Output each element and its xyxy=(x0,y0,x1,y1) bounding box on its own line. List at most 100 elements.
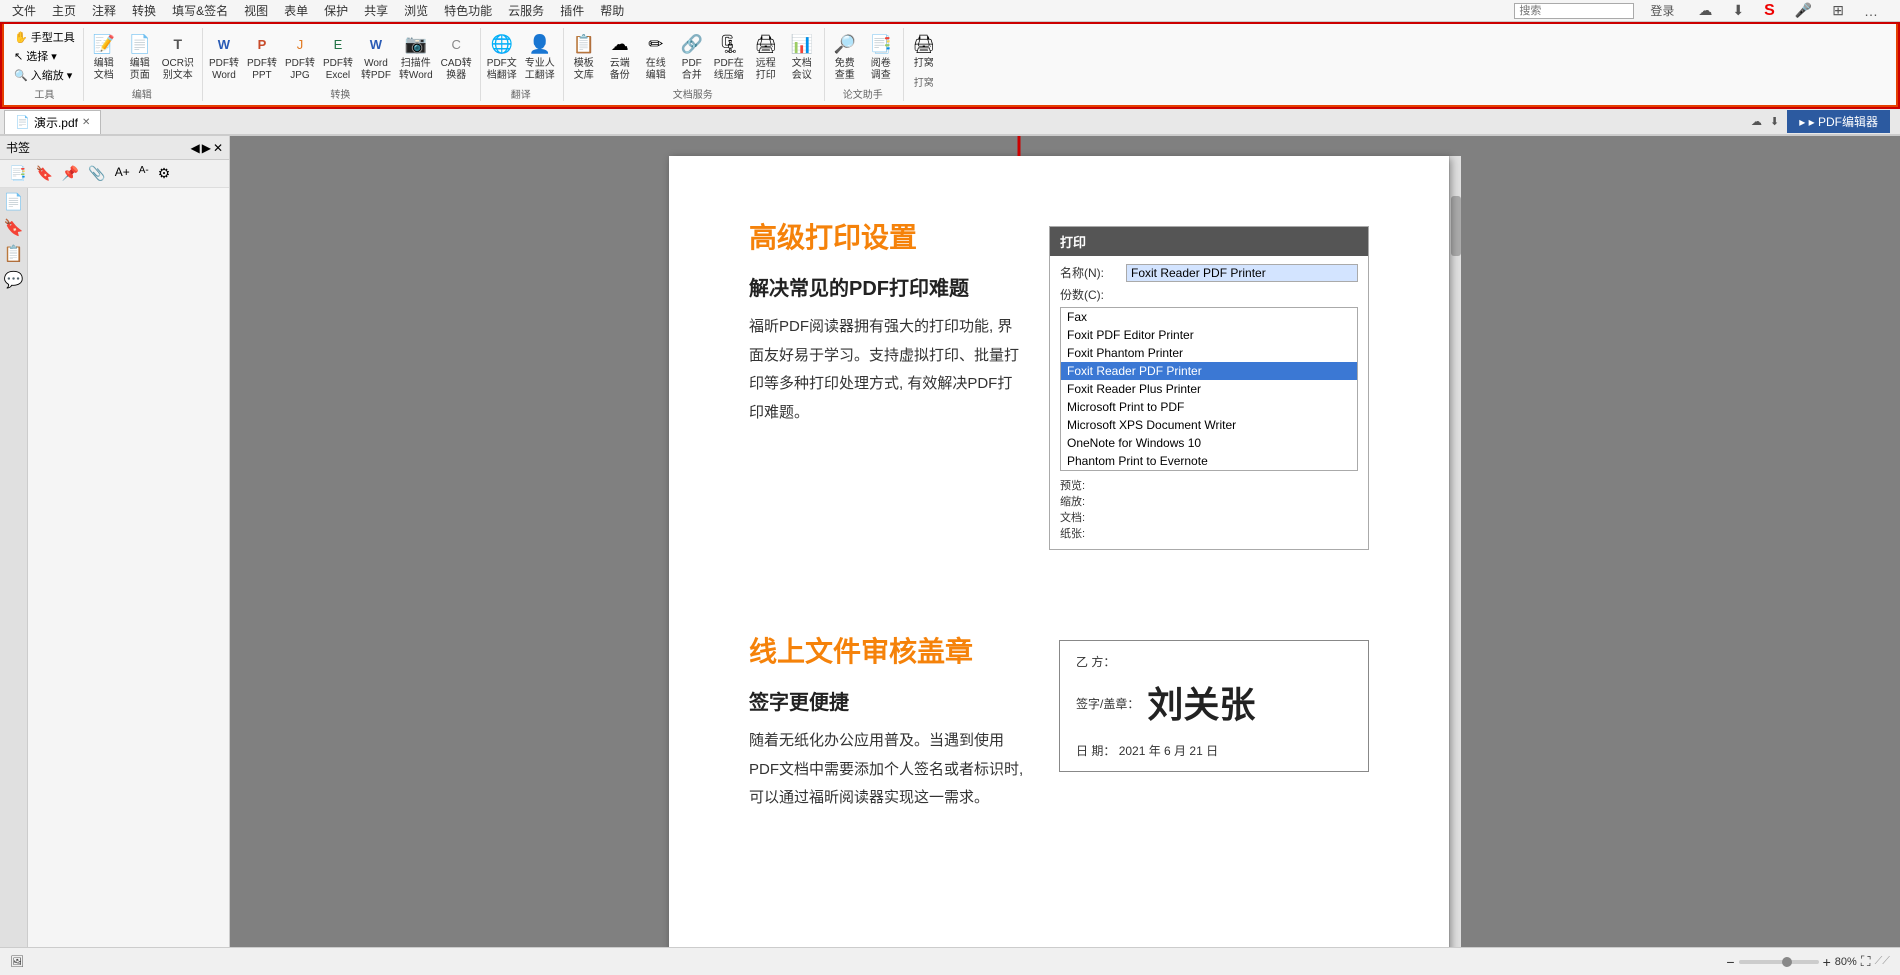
pdf-ppt-label: PDF转PPT xyxy=(247,58,277,82)
sig-date-row: 日 期： 2021 年 6 月 21 日 xyxy=(1076,742,1352,759)
add-child-icon[interactable]: 📌 xyxy=(59,164,82,183)
menu-item-help[interactable]: 帮助 xyxy=(592,0,632,21)
menu-item-form[interactable]: 表单 xyxy=(276,0,316,21)
pdf-to-ppt-btn[interactable]: P PDF转PPT xyxy=(243,28,281,84)
print-list-ms-xps[interactable]: Microsoft XPS Document Writer xyxy=(1061,416,1357,434)
doc-meeting-label: 文档会议 xyxy=(792,58,812,82)
sidebar-title: 书签 xyxy=(6,139,30,156)
zoom-slider[interactable] xyxy=(1739,960,1819,964)
menu-item-file[interactable]: 文件 xyxy=(4,0,44,21)
menu-item-convert[interactable]: 转换 xyxy=(124,0,164,21)
sidebar-nav-next[interactable]: ▶ xyxy=(202,141,211,155)
zoom-btn[interactable]: 🔍 入缩放 ▾ xyxy=(10,66,79,84)
ocr-label: OCR识别文本 xyxy=(162,58,194,82)
pdf-compress-icon: 🗜 xyxy=(715,30,743,58)
search-input[interactable] xyxy=(1514,3,1634,19)
print-printer-list[interactable]: Fax Foxit PDF Editor Printer Foxit Phant… xyxy=(1060,307,1358,471)
sidebar-close[interactable]: ✕ xyxy=(213,141,223,155)
print-list-fax[interactable]: Fax xyxy=(1061,308,1357,326)
menu-item-fill[interactable]: 填写&签名 xyxy=(164,0,236,21)
pdf-editor-btn[interactable]: ▸ ▸ PDF编辑器 xyxy=(1787,110,1890,133)
font-increase-icon[interactable]: A+ xyxy=(112,164,133,183)
zoom-plus-btn[interactable]: + xyxy=(1823,954,1831,970)
hand-tool-btn[interactable]: ✋ 手型工具 xyxy=(10,28,79,46)
add-bookmark-icon[interactable]: 🔖 xyxy=(32,164,55,183)
pdf-to-word-btn[interactable]: W PDF转Word xyxy=(205,28,243,84)
right-scrollbar[interactable] xyxy=(1449,156,1461,953)
menu-item-special[interactable]: 特色功能 xyxy=(436,0,500,21)
pdf-translate-btn[interactable]: 🌐 PDF文档翻译 xyxy=(483,28,521,84)
font-decrease-icon[interactable]: A- xyxy=(136,164,152,183)
hand-tool-label: 手型工具 xyxy=(31,29,75,45)
print-group-label: 打窝 xyxy=(914,74,934,89)
word-to-pdf-btn[interactable]: W Word转PDF xyxy=(357,28,395,84)
cloud-backup-icon: ☁ xyxy=(606,30,634,58)
edit-doc-btn[interactable]: 📝 编辑文档 xyxy=(86,28,122,84)
mark-survey-btn[interactable]: 📑 阅卷调查 xyxy=(863,28,899,84)
tools-group-label: 工具 xyxy=(34,86,54,101)
online-edit-btn[interactable]: ✏ 在线编辑 xyxy=(638,28,674,84)
comments-icon[interactable]: 💬 xyxy=(2,270,25,290)
menu-item-protect[interactable]: 保护 xyxy=(316,0,356,21)
menu-item-plugin[interactable]: 插件 xyxy=(552,0,592,21)
expand-icon[interactable]: ⛶ xyxy=(1861,953,1871,970)
menu-item-view[interactable]: 视图 xyxy=(236,0,276,21)
menu-item-home[interactable]: 主页 xyxy=(44,0,84,21)
word-pdf-label: Word转PDF xyxy=(361,58,391,82)
remote-print-btn[interactable]: 🖨 远程打印 xyxy=(748,28,784,84)
cloud-backup-btn[interactable]: ☁ 云端备份 xyxy=(602,28,638,84)
ocr-btn[interactable]: T OCR识别文本 xyxy=(158,28,198,84)
scan-to-word-btn[interactable]: 📷 扫描件转Word xyxy=(395,28,437,84)
page-thumbnail-icon[interactable]: 📄 xyxy=(2,192,25,212)
select-btn[interactable]: ↖ 选择 ▾ xyxy=(10,47,79,65)
pdf-word-icon: W xyxy=(210,30,238,58)
print-name-label: 名称(N): xyxy=(1060,264,1120,282)
menu-item-browse[interactable]: 浏览 xyxy=(396,0,436,21)
content-area[interactable]: 高级打印设置 解决常见的PDF打印难题 福昕PDF阅读器拥有强大的打印功能, 界… xyxy=(230,136,1900,973)
scrollbar-thumb[interactable] xyxy=(1451,196,1461,256)
red-arrow xyxy=(979,136,1059,166)
sig-date-value: 2021 年 6 月 21 日 xyxy=(1119,744,1218,758)
section-signature: 线上文件审核盖章 签字更便捷 随着无纸化办公应用普及。当遇到使用PDF文档中需要… xyxy=(749,630,1369,843)
print-name-input[interactable] xyxy=(1126,264,1358,282)
doc-label: 文档: xyxy=(1060,509,1085,525)
cad-convert-btn[interactable]: C CAD转换器 xyxy=(437,28,476,84)
settings-icon[interactable]: ⚙ xyxy=(155,164,174,183)
pdf-merge-btn[interactable]: 🔗 PDF合并 xyxy=(674,28,710,84)
tab-close-btn[interactable]: ✕ xyxy=(82,117,90,128)
menu-item-cloud[interactable]: 云服务 xyxy=(500,0,552,21)
print-list-phantom-evernote[interactable]: Phantom Print to Evernote xyxy=(1061,452,1357,470)
print-list-foxit-phantom[interactable]: Foxit Phantom Printer xyxy=(1061,344,1357,362)
bookmark-icon[interactable]: 📑 xyxy=(6,164,29,183)
layers-icon[interactable]: 📋 xyxy=(2,244,25,264)
pdf-to-excel-btn[interactable]: E PDF转Excel xyxy=(319,28,357,84)
print-list-foxit-editor[interactable]: Foxit PDF Editor Printer xyxy=(1061,326,1357,344)
cloud-backup-label: 云端备份 xyxy=(610,58,630,82)
print-extra-labels: 预览: 缩放: 文档: 纸张: xyxy=(1060,477,1358,541)
pdf-excel-label: PDF转Excel xyxy=(323,58,353,82)
bookmark-panel-icon[interactable]: 🔖 xyxy=(2,218,25,238)
template-library-btn[interactable]: 📋 模板文库 xyxy=(566,28,602,84)
doc-meeting-btn[interactable]: 📊 文档会议 xyxy=(784,28,820,84)
pdf-tab[interactable]: 📄 演示.pdf ✕ xyxy=(4,110,101,134)
remote-print-icon: 🖨 xyxy=(752,30,780,58)
pdf-compress-btn[interactable]: 🗜 PDF在线压缩 xyxy=(710,28,748,84)
menu-item-share[interactable]: 共享 xyxy=(356,0,396,21)
pdf-to-jpg-btn[interactable]: J PDF转JPG xyxy=(281,28,319,84)
sidebar-toolbar: 📑 🔖 📌 📎 A+ A- ⚙ xyxy=(0,160,229,188)
print-list-foxit-plus[interactable]: Foxit Reader Plus Printer xyxy=(1061,380,1357,398)
sidebar-header: 书签 ◀ ▶ ✕ xyxy=(0,136,229,160)
sidebar-nav-prev[interactable]: ◀ xyxy=(190,141,199,155)
manual-translate-btn[interactable]: 👤 专业人工翻译 xyxy=(521,28,559,84)
menu-item-comment[interactable]: 注释 xyxy=(84,0,124,21)
login-label[interactable]: 登录 xyxy=(1642,0,1682,21)
print-list-onenote[interactable]: OneNote for Windows 10 xyxy=(1061,434,1357,452)
print-btn[interactable]: 🖨 打窝 xyxy=(906,28,942,72)
edit-page-btn[interactable]: 📄 编辑页面 xyxy=(122,28,158,84)
pdf-compress-label: PDF在线压缩 xyxy=(714,58,744,82)
print-list-ms-pdf[interactable]: Microsoft Print to PDF xyxy=(1061,398,1357,416)
delete-icon[interactable]: 📎 xyxy=(85,164,108,183)
print-list-foxit-reader[interactable]: Foxit Reader PDF Printer xyxy=(1061,362,1357,380)
zoom-minus-btn[interactable]: − xyxy=(1726,954,1734,970)
check-dup-btn[interactable]: 🔎 免费查重 xyxy=(827,28,863,84)
